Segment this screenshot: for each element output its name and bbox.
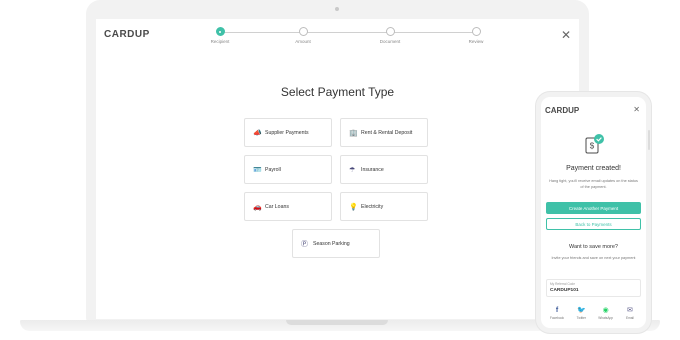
receipt-check-icon: $	[585, 134, 604, 154]
step-dot	[215, 27, 225, 36]
logo[interactable]: CARDUP	[104, 29, 150, 40]
payment-type-rent[interactable]: 🏢 Rent & Rental Deposit	[340, 118, 428, 147]
app-header: CARDUP Recipient Amount Document Review …	[96, 19, 579, 53]
twitter-icon: 🐦	[576, 307, 586, 314]
close-icon[interactable]: ✕	[561, 28, 571, 42]
share-email[interactable]: ✉ Email	[619, 307, 641, 320]
umbrella-icon: ☂	[349, 166, 356, 174]
email-icon: ✉	[627, 307, 633, 314]
step-dot	[385, 27, 395, 36]
save-more-description: Invite your friends and save on next you…	[551, 256, 636, 260]
laptop-notch	[286, 320, 388, 325]
referral-label: My Referral Code	[550, 282, 575, 286]
close-icon[interactable]: ✕	[633, 105, 640, 114]
success-description: Hang tight, you'll receive email updates…	[549, 179, 638, 189]
step-dot	[471, 27, 481, 36]
camera-dot	[335, 7, 339, 11]
payment-type-electricity[interactable]: 💡 Electricity	[340, 192, 428, 221]
referral-code: CARDUP101	[550, 288, 579, 293]
id-card-icon: 🪪	[253, 166, 262, 174]
facebook-icon: f	[555, 307, 559, 314]
share-label: Email	[625, 316, 634, 320]
share-label: Twitter	[576, 316, 587, 320]
phone-side-button	[648, 130, 650, 150]
payment-type-insurance[interactable]: ☂ Insurance	[340, 155, 428, 184]
phone-logo[interactable]: CARDUP	[545, 106, 579, 115]
step-label: Amount	[295, 39, 311, 44]
success-title: Payment created!	[566, 165, 621, 172]
step-label: Document	[379, 39, 401, 44]
phone-screen: CARDUP ✕ $ Payment created! Hang tight, …	[541, 97, 646, 328]
share-label: WhatsApp	[598, 316, 614, 320]
laptop-screen: CARDUP Recipient Amount Document Review …	[96, 19, 579, 319]
share-label: Facebook	[550, 316, 564, 320]
step-label: Recipient	[210, 39, 230, 44]
step-label: Review	[468, 39, 484, 44]
step-document[interactable]: Document	[360, 27, 420, 44]
svg-text:$: $	[590, 142, 595, 151]
phone-frame: CARDUP ✕ $ Payment created! Hang tight, …	[536, 92, 651, 333]
payment-type-payroll[interactable]: 🪪 Payroll	[244, 155, 332, 184]
page-title: Select Payment Type	[280, 85, 395, 99]
parking-icon: Ⓟ	[301, 240, 308, 248]
payment-type-label: Electricity	[361, 203, 384, 210]
payment-type-supplier-payments[interactable]: 📣 Supplier Payments	[244, 118, 332, 147]
step-recipient[interactable]: Recipient	[190, 27, 250, 44]
save-more-title: Want to save more?	[568, 244, 618, 250]
building-icon: 🏢	[349, 129, 358, 137]
step-amount[interactable]: Amount	[273, 27, 333, 44]
step-dot	[298, 27, 308, 36]
stepper-line	[220, 32, 480, 33]
payment-type-label: Car Loans	[265, 203, 289, 210]
payment-type-label: Supplier Payments	[265, 129, 309, 136]
megaphone-icon: 📣	[253, 129, 262, 137]
step-review[interactable]: Review	[446, 27, 506, 44]
share-whatsapp[interactable]: ◉ WhatsApp	[595, 307, 617, 320]
referral-code-box[interactable]: My Referral Code CARDUP101	[546, 279, 641, 297]
whatsapp-icon: ◉	[602, 307, 609, 314]
bulb-icon: 💡	[349, 203, 358, 211]
progress-stepper: Recipient Amount Document Review	[210, 27, 500, 57]
payment-type-label: Season Parking	[313, 240, 350, 247]
stage: CARDUP Recipient Amount Document Review …	[0, 0, 680, 340]
payment-type-car-loans[interactable]: 🚗 Car Loans	[244, 192, 332, 221]
payment-type-season-parking[interactable]: Ⓟ Season Parking	[292, 229, 380, 258]
car-icon: 🚗	[253, 203, 262, 211]
payment-type-label: Payroll	[265, 166, 281, 173]
payment-type-label: Rent & Rental Deposit	[361, 129, 413, 136]
create-another-payment-button[interactable]: Create Another Payment	[546, 202, 641, 214]
share-twitter[interactable]: 🐦 Twitter	[570, 307, 592, 320]
share-facebook[interactable]: f Facebook	[546, 307, 568, 320]
payment-type-label: Insurance	[361, 166, 384, 173]
share-row: f Facebook 🐦 Twitter ◉ WhatsApp ✉ Email	[546, 307, 641, 320]
back-to-payments-button[interactable]: Back to Payments	[546, 218, 641, 230]
